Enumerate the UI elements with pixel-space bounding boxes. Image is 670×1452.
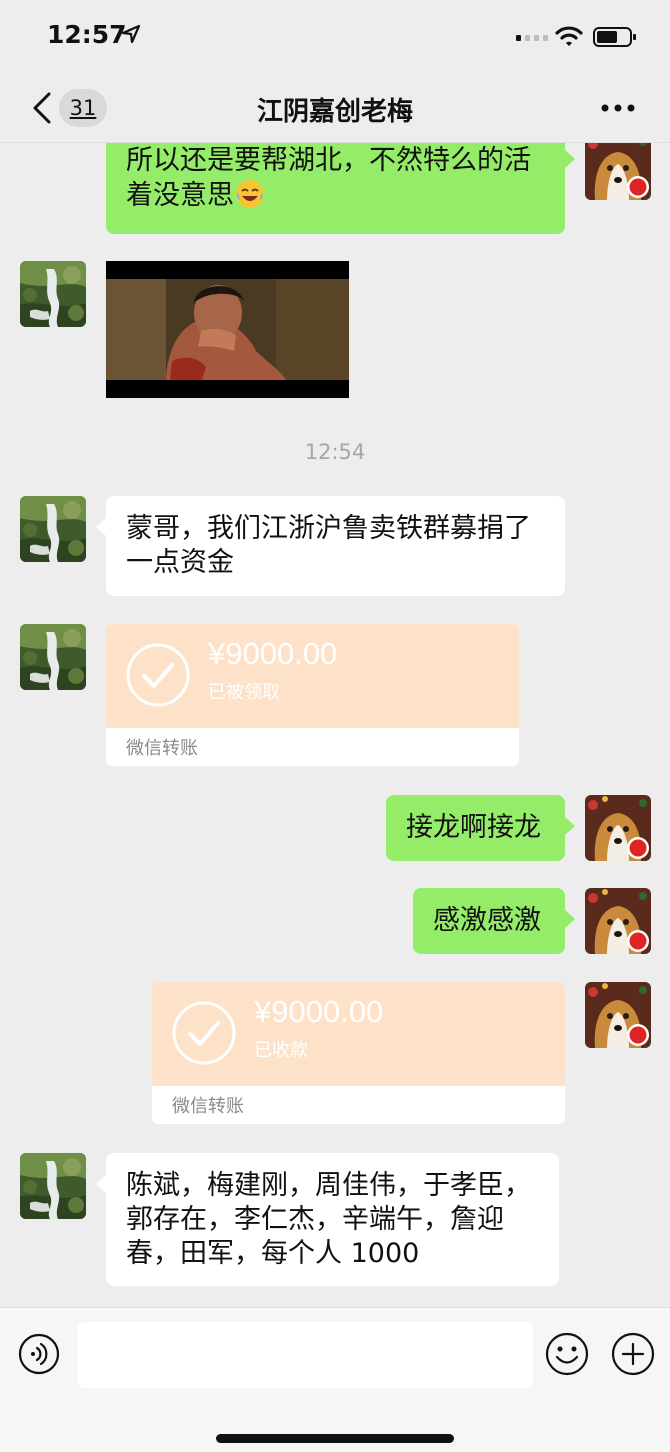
voice-input-icon[interactable] (18, 1333, 60, 1375)
laughing-crying-emoji-icon (236, 180, 264, 208)
my-avatar[interactable] (585, 795, 651, 861)
chat-message-list[interactable]: 所以还是要帮湖北，不然特么的活着没意思 12:54 蒙哥，我们江浙沪鲁卖铁群募捐… (0, 142, 670, 1307)
location-arrow-icon (121, 24, 141, 44)
transfer-amount: ¥9000.00 (254, 994, 384, 1029)
status-time: 12:57 (47, 20, 127, 49)
message-timestamp: 12:54 (304, 440, 366, 464)
message-text: 感激感激 (433, 905, 541, 936)
status-bar: 12:57 (0, 0, 670, 75)
battery-icon (593, 27, 636, 47)
my-avatar[interactable] (585, 982, 651, 1048)
outgoing-message-bubble[interactable]: 所以还是要帮湖北，不然特么的活着没意思 (106, 142, 575, 234)
check-circle-icon (172, 1001, 236, 1065)
my-avatar[interactable] (585, 888, 651, 954)
more-options-icon[interactable] (600, 103, 636, 113)
cellular-signal-icon (516, 35, 548, 41)
home-indicator (216, 1434, 454, 1443)
wifi-icon (555, 26, 583, 46)
transfer-status: 已收款 (254, 1040, 308, 1061)
wechat-transfer-card[interactable]: ¥9000.00 已被领取 微信转账 (106, 624, 519, 766)
contact-avatar[interactable] (20, 496, 86, 562)
outgoing-message-bubble[interactable]: 感激感激 (413, 888, 575, 954)
chat-header: 31 江阴嘉创老梅 (0, 75, 670, 143)
check-circle-icon (126, 643, 190, 707)
my-avatar[interactable] (585, 142, 651, 200)
contact-avatar[interactable] (20, 1153, 86, 1219)
wechat-transfer-card[interactable]: ¥9000.00 已收款 微信转账 (152, 982, 565, 1124)
message-input[interactable] (78, 1322, 533, 1388)
transfer-status: 已被领取 (208, 682, 280, 703)
message-text: 接龙啊接龙 (406, 812, 541, 843)
contact-avatar[interactable] (20, 624, 86, 690)
message-text: 蒙哥，我们江浙沪鲁卖铁群募捐了一点资金 (126, 513, 531, 578)
input-toolbar (0, 1307, 670, 1452)
incoming-message-bubble[interactable]: 蒙哥，我们江浙沪鲁卖铁群募捐了一点资金 (96, 496, 565, 596)
contact-avatar[interactable] (20, 261, 86, 327)
emoji-icon[interactable] (545, 1332, 589, 1376)
message-text: 陈斌，梅建刚，周佳伟，于孝臣，郭存在，李仁杰，辛端午，詹迎春，田军，每个人 10… (126, 1170, 531, 1269)
video-message-thumbnail[interactable] (106, 261, 349, 398)
plus-icon[interactable] (611, 1332, 655, 1376)
incoming-message-bubble[interactable]: 陈斌，梅建刚，周佳伟，于孝臣，郭存在，李仁杰，辛端午，詹迎春，田军，每个人 10… (96, 1153, 559, 1286)
transfer-amount: ¥9000.00 (208, 636, 338, 671)
transfer-label: 微信转账 (172, 1096, 244, 1117)
outgoing-message-bubble[interactable]: 接龙啊接龙 (386, 795, 575, 861)
message-text: 所以还是要帮湖北，不然特么的活着没意思 (126, 145, 531, 211)
chat-title: 江阴嘉创老梅 (256, 97, 413, 127)
transfer-label: 微信转账 (126, 738, 198, 759)
